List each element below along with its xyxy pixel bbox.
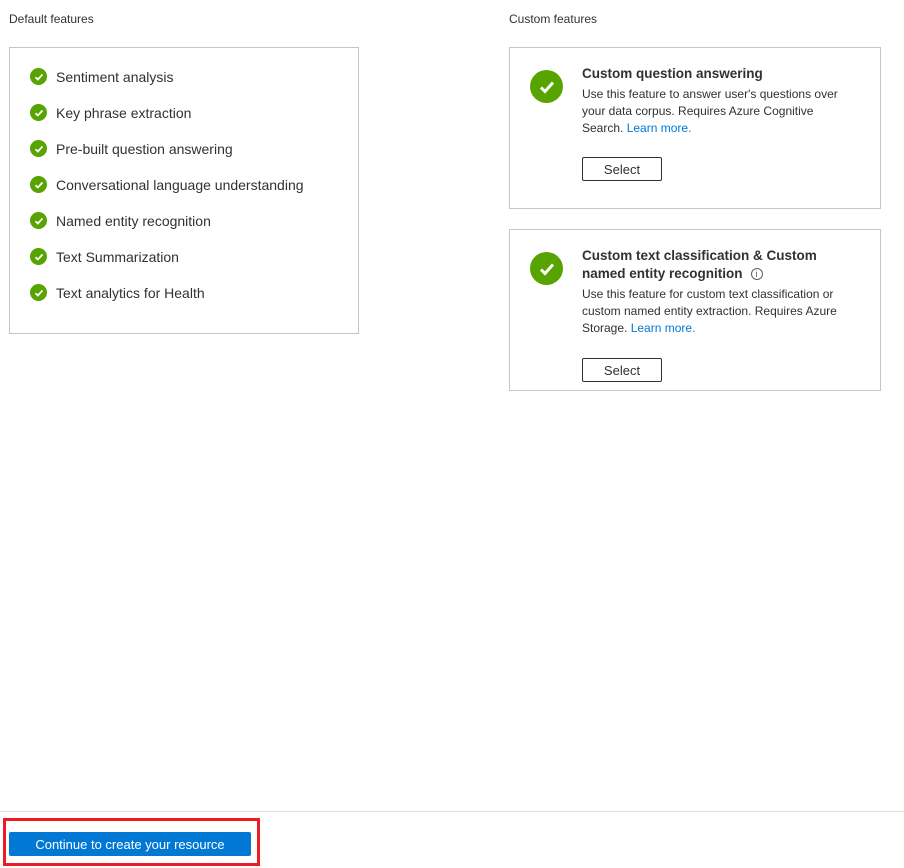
check-circle-icon xyxy=(30,140,47,157)
feature-item: Key phrase extraction xyxy=(30,104,191,121)
card-description: Use this feature to answer user's questi… xyxy=(582,87,838,135)
feature-label: Key phrase extraction xyxy=(56,104,192,121)
check-circle-icon xyxy=(30,212,47,229)
custom-question-answering-card: Custom question answering Use this featu… xyxy=(509,47,881,209)
custom-text-classification-card: Custom text classification & Custom name… xyxy=(509,229,881,391)
feature-label: Conversational language understanding xyxy=(56,176,304,193)
default-features-list: Sentiment analysis Key phrase extraction P… xyxy=(9,47,359,334)
feature-item: Pre-built question answering xyxy=(30,140,233,157)
feature-label: Sentiment analysis xyxy=(56,68,174,85)
feature-item: Named entity recognition xyxy=(30,212,211,229)
learn-more-link[interactable]: Learn more. xyxy=(627,121,692,135)
check-circle-icon xyxy=(30,248,47,265)
card-title: Custom text classification & Custom name… xyxy=(582,248,817,281)
feature-item: Conversational language understanding xyxy=(30,176,304,193)
feature-item: Text analytics for Health xyxy=(30,284,205,301)
check-circle-icon xyxy=(30,68,47,85)
learn-more-link[interactable]: Learn more. xyxy=(631,321,696,335)
select-button[interactable]: Select xyxy=(582,358,662,382)
footer-divider xyxy=(0,811,904,812)
feature-item: Text Summarization xyxy=(30,248,179,265)
check-circle-icon xyxy=(530,70,563,103)
card-title: Custom question answering xyxy=(582,66,763,81)
card-description: Use this feature for custom text classif… xyxy=(582,287,837,335)
continue-button[interactable]: Continue to create your resource xyxy=(9,832,251,856)
check-circle-icon xyxy=(30,176,47,193)
select-button[interactable]: Select xyxy=(582,157,662,181)
custom-features-heading: Custom features xyxy=(509,12,598,26)
check-circle-icon xyxy=(530,252,563,285)
check-circle-icon xyxy=(30,284,47,301)
check-circle-icon xyxy=(30,104,47,121)
feature-label: Text analytics for Health xyxy=(56,284,205,301)
feature-label: Text Summarization xyxy=(56,248,179,265)
feature-label: Named entity recognition xyxy=(56,212,211,229)
feature-item: Sentiment analysis xyxy=(30,68,174,85)
feature-label: Pre-built question answering xyxy=(56,140,233,157)
default-features-heading: Default features xyxy=(9,12,94,26)
info-icon[interactable]: i xyxy=(750,268,763,280)
